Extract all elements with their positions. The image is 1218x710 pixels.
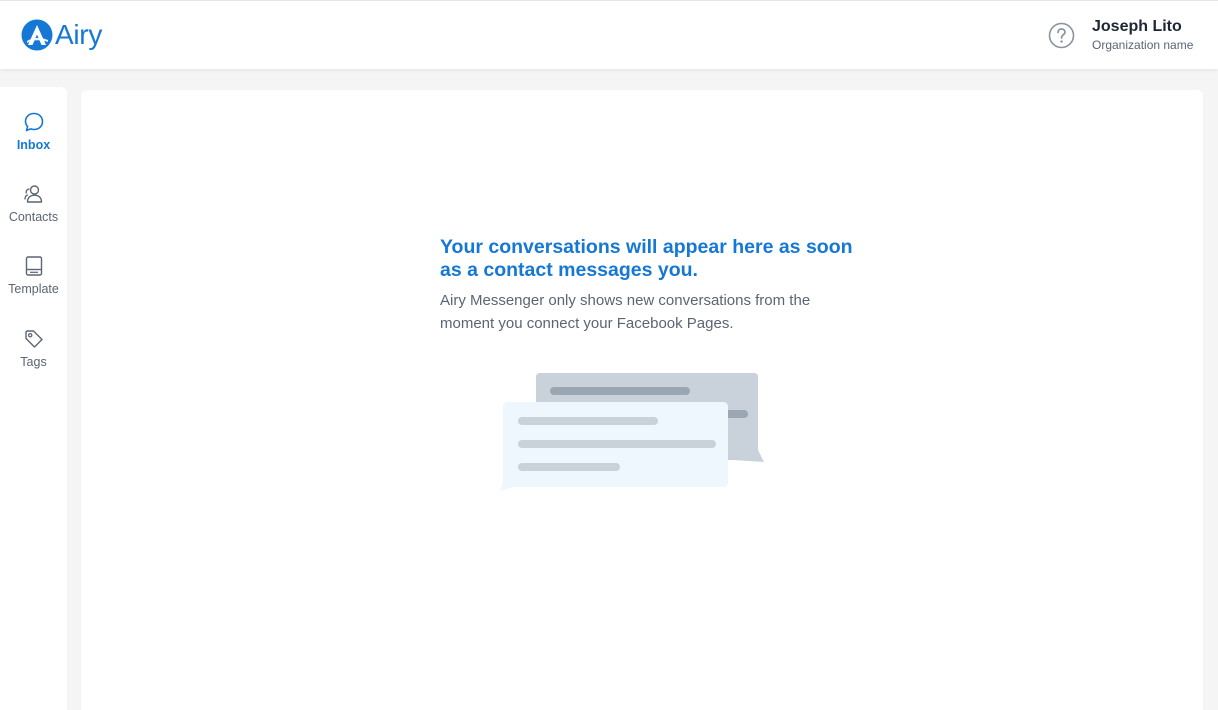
sidebar-item-tags[interactable]: Tags: [0, 328, 67, 388]
user-menu[interactable]: Joseph Lito Organization name: [1092, 17, 1193, 53]
tag-icon: [24, 330, 43, 348]
conversations-panel: Your conversations will appear here as s…: [81, 90, 1203, 710]
airy-logo-icon: [21, 19, 53, 51]
user-name: Joseph Lito: [1092, 18, 1182, 35]
empty-state-title: Your conversations will appear here as s…: [440, 236, 853, 281]
sidebar-item-label: Inbox: [16, 138, 51, 152]
top-bar: Airy Joseph Lito Organization name: [0, 0, 1218, 69]
chat-bubble-icon: [24, 112, 43, 132]
empty-state-description: Airy Messenger only shows new conversati…: [440, 292, 811, 332]
contacts-icon: [23, 185, 42, 203]
logo-text: Airy: [55, 19, 103, 50]
sidebar-item-label: Tags: [20, 355, 47, 369]
organization-name: Organization name: [1092, 38, 1194, 52]
sidebar-item-label: Template: [8, 282, 59, 296]
sidebar: Inbox Contacts Template Tags: [0, 87, 67, 710]
chat-bubbles-illustration: [500, 373, 764, 491]
question-circle-icon[interactable]: [1048, 22, 1075, 49]
sidebar-item-label: Contacts: [8, 210, 59, 224]
sidebar-item-template[interactable]: Template: [0, 255, 67, 315]
sidebar-item-contacts[interactable]: Contacts: [0, 183, 67, 243]
sidebar-item-inbox[interactable]: Inbox: [0, 111, 67, 171]
airy-logo[interactable]: Airy: [21, 18, 102, 52]
template-icon: [25, 256, 42, 276]
